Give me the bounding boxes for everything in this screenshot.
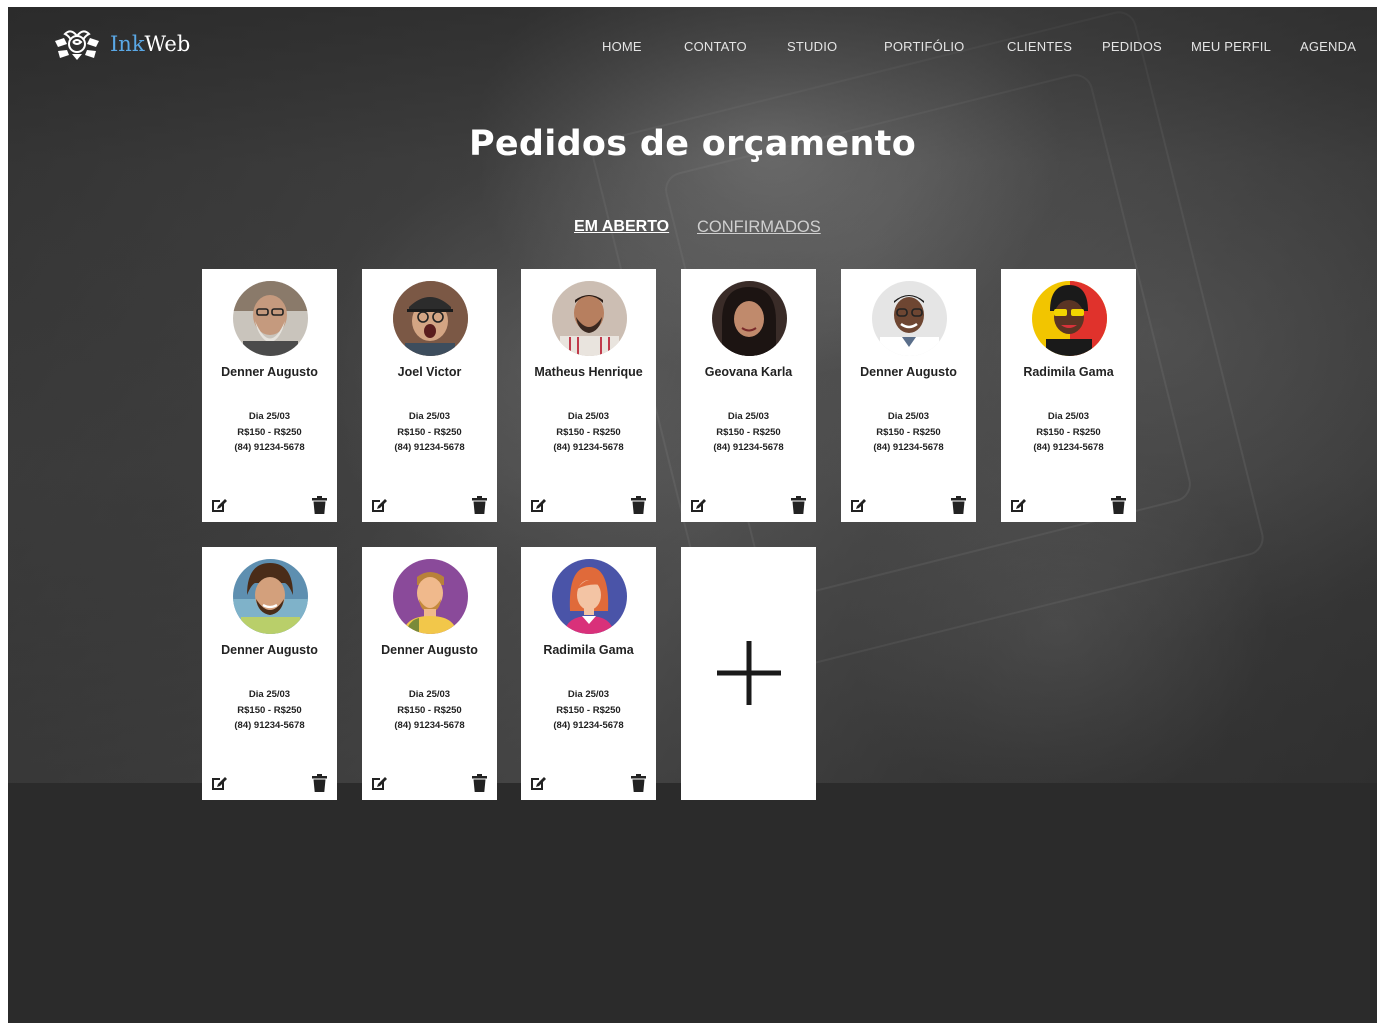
main-nav: HOME CONTATO STUDIO PORTIFÓLIO CLIENTES … <box>8 39 1377 57</box>
nav-clientes[interactable]: CLIENTES <box>1007 39 1072 54</box>
client-phone: (84) 91234-5678 <box>1033 442 1104 453</box>
order-date: Dia 25/03 <box>248 411 291 422</box>
edit-icon[interactable] <box>529 497 546 514</box>
order-details: Dia 25/03 R$150 - R$250 (84) 91234-5678 <box>362 687 497 734</box>
nav-pedidos[interactable]: PEDIDOS <box>1102 39 1162 54</box>
tab-confirmados[interactable]: CONFIRMADOS <box>697 218 821 237</box>
trash-icon[interactable] <box>1111 496 1126 514</box>
avatar <box>712 281 787 356</box>
client-phone: (84) 91234-5678 <box>394 442 465 453</box>
client-name: Radimila Gama <box>1023 365 1114 379</box>
client-name: Denner Augusto <box>221 365 318 379</box>
client-name: Matheus Henrique <box>534 365 643 379</box>
order-date: Dia 25/03 <box>248 689 291 700</box>
edit-icon[interactable] <box>370 497 387 514</box>
order-price: R$150 - R$250 <box>716 426 781 438</box>
client-phone: (84) 91234-5678 <box>234 442 305 453</box>
client-name: Geovana Karla <box>704 365 793 379</box>
order-details: Dia 25/03 R$150 - R$250 (84) 91234-5678 <box>362 409 497 456</box>
client-phone: (84) 91234-5678 <box>553 720 624 731</box>
avatar <box>393 281 468 356</box>
plus-icon <box>717 641 781 705</box>
add-order-button[interactable] <box>681 547 816 800</box>
avatar <box>872 281 947 356</box>
edit-icon[interactable] <box>1009 497 1026 514</box>
edit-icon[interactable] <box>529 775 546 792</box>
avatar <box>233 281 308 356</box>
client-name: Denner Augusto <box>221 643 318 657</box>
edit-icon[interactable] <box>689 497 706 514</box>
trash-icon[interactable] <box>631 774 646 792</box>
order-date: Dia 25/03 <box>887 411 930 422</box>
trash-icon[interactable] <box>472 774 487 792</box>
order-details: Dia 25/03 R$150 - R$250 (84) 91234-5678 <box>521 687 656 734</box>
order-card: Denner Augusto Dia 25/03 R$150 - R$250 (… <box>202 269 337 522</box>
order-date: Dia 25/03 <box>727 411 770 422</box>
order-price: R$150 - R$250 <box>237 704 302 716</box>
trash-icon[interactable] <box>312 496 327 514</box>
trash-icon[interactable] <box>951 496 966 514</box>
order-card: Radimila Gama Dia 25/03 R$150 - R$250 (8… <box>521 547 656 800</box>
order-details: Dia 25/03 R$150 - R$250 (84) 91234-5678 <box>202 687 337 734</box>
avatar <box>552 559 627 634</box>
order-card: Denner Augusto Dia 25/03 R$150 - R$250 (… <box>362 547 497 800</box>
order-card: Geovana Karla Dia 25/03 R$150 - R$250 (8… <box>681 269 816 522</box>
avatar <box>233 559 308 634</box>
order-details: Dia 25/03 R$150 - R$250 (84) 91234-5678 <box>521 409 656 456</box>
order-details: Dia 25/03 R$150 - R$250 (84) 91234-5678 <box>841 409 976 456</box>
order-date: Dia 25/03 <box>408 411 451 422</box>
avatar <box>393 559 468 634</box>
trash-icon[interactable] <box>791 496 806 514</box>
order-details: Dia 25/03 R$150 - R$250 (84) 91234-5678 <box>202 409 337 456</box>
order-details: Dia 25/03 R$150 - R$250 (84) 91234-5678 <box>1001 409 1136 456</box>
tab-em-aberto[interactable]: EM ABERTO <box>574 218 669 236</box>
order-price: R$150 - R$250 <box>1036 426 1101 438</box>
nav-portifolio[interactable]: PORTIFÓLIO <box>884 39 965 54</box>
client-phone: (84) 91234-5678 <box>394 720 465 731</box>
page-title: Pedidos de orçamento <box>468 124 917 164</box>
order-card: Denner Augusto Dia 25/03 R$150 - R$250 (… <box>202 547 337 800</box>
nav-contato[interactable]: CONTATO <box>684 39 747 54</box>
order-price: R$150 - R$250 <box>237 426 302 438</box>
client-name: Denner Augusto <box>860 365 957 379</box>
client-phone: (84) 91234-5678 <box>873 442 944 453</box>
edit-icon[interactable] <box>210 775 227 792</box>
nav-home[interactable]: HOME <box>602 39 642 54</box>
order-date: Dia 25/03 <box>567 689 610 700</box>
order-price: R$150 - R$250 <box>397 704 462 716</box>
client-phone: (84) 91234-5678 <box>553 442 624 453</box>
trash-icon[interactable] <box>631 496 646 514</box>
edit-icon[interactable] <box>370 775 387 792</box>
client-name: Denner Augusto <box>381 643 478 657</box>
order-price: R$150 - R$250 <box>556 426 621 438</box>
nav-meu-perfil[interactable]: MEU PERFIL <box>1191 39 1271 54</box>
client-name: Joel Victor <box>397 365 462 379</box>
order-price: R$150 - R$250 <box>556 704 621 716</box>
page: InkWeb HOME CONTATO STUDIO PORTIFÓLIO CL… <box>8 7 1377 1023</box>
avatar <box>1032 281 1107 356</box>
nav-studio[interactable]: STUDIO <box>787 39 837 54</box>
trash-icon[interactable] <box>472 496 487 514</box>
edit-icon[interactable] <box>849 497 866 514</box>
avatar <box>552 281 627 356</box>
edit-icon[interactable] <box>210 497 227 514</box>
nav-agenda[interactable]: AGENDA <box>1300 39 1356 54</box>
order-price: R$150 - R$250 <box>397 426 462 438</box>
client-phone: (84) 91234-5678 <box>713 442 784 453</box>
order-date: Dia 25/03 <box>408 689 451 700</box>
order-card: Denner Augusto Dia 25/03 R$150 - R$250 (… <box>841 269 976 522</box>
order-date: Dia 25/03 <box>567 411 610 422</box>
order-details: Dia 25/03 R$150 - R$250 (84) 91234-5678 <box>681 409 816 456</box>
order-price: R$150 - R$250 <box>876 426 941 438</box>
client-phone: (84) 91234-5678 <box>234 720 305 731</box>
order-card: Radimila Gama Dia 25/03 R$150 - R$250 (8… <box>1001 269 1136 522</box>
trash-icon[interactable] <box>312 774 327 792</box>
order-date: Dia 25/03 <box>1047 411 1090 422</box>
order-card: Joel Victor Dia 25/03 R$150 - R$250 (84)… <box>362 269 497 522</box>
client-name: Radimila Gama <box>543 643 634 657</box>
order-card: Matheus Henrique Dia 25/03 R$150 - R$250… <box>521 269 656 522</box>
